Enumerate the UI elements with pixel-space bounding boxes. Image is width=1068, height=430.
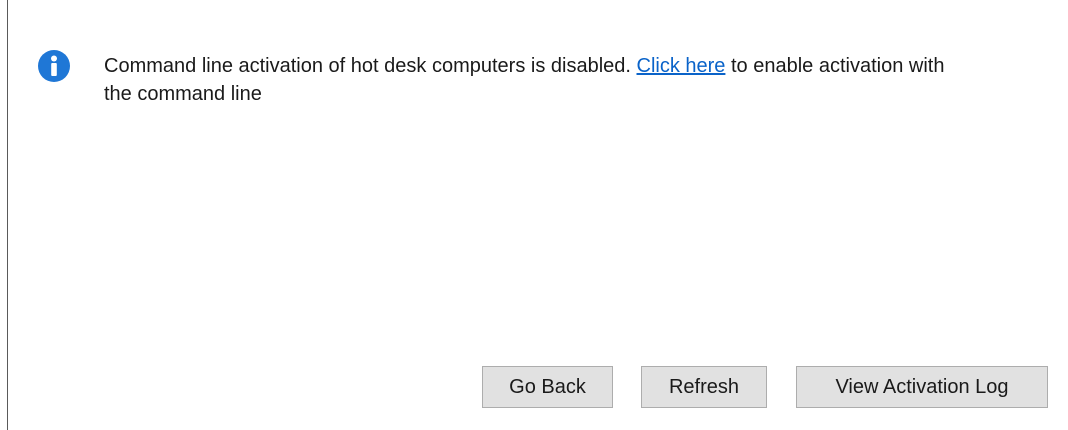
view-activation-log-button[interactable]: View Activation Log <box>796 366 1048 408</box>
info-message: Command line activation of hot desk comp… <box>104 52 974 108</box>
info-icon <box>38 50 70 82</box>
message-text-before: Command line activation of hot desk comp… <box>104 55 631 77</box>
window-left-border <box>7 0 8 430</box>
info-message-panel: Command line activation of hot desk comp… <box>38 50 1038 108</box>
refresh-button[interactable]: Refresh <box>641 366 767 408</box>
go-back-button[interactable]: Go Back <box>482 366 613 408</box>
enable-activation-link[interactable]: Click here <box>637 55 726 77</box>
